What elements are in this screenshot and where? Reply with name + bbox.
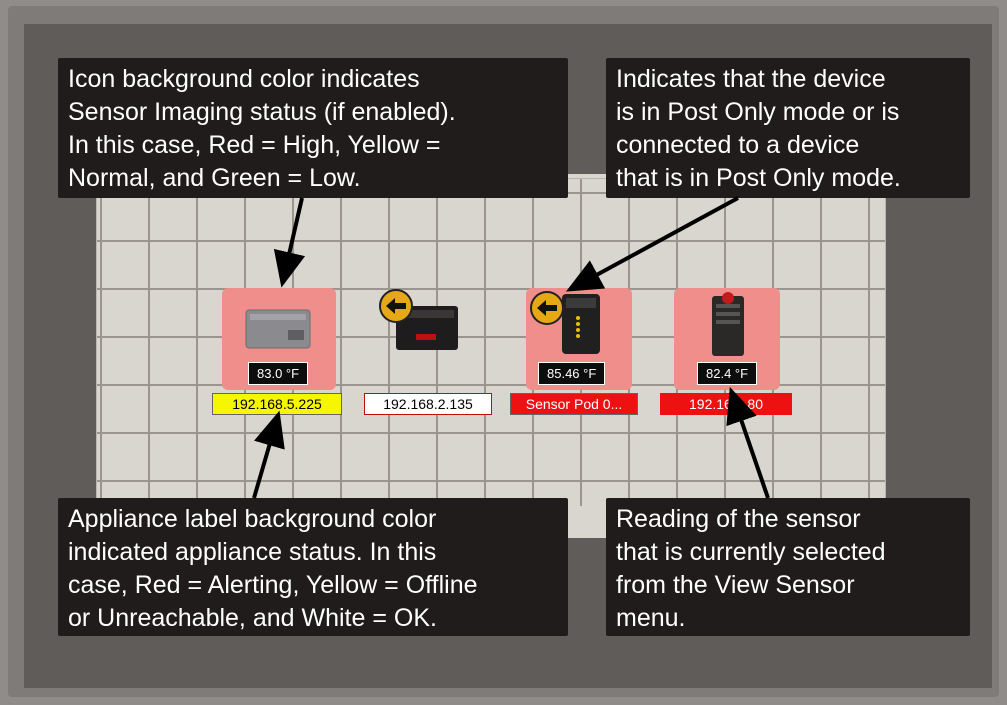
post-only-badge-icon	[529, 290, 565, 326]
sensor-reading: 85.46 °F	[538, 362, 606, 385]
appliance-label-offline[interactable]: 192.168.5.225	[212, 393, 342, 415]
appliance-label-alerting[interactable]: Sensor Pod 0...	[510, 393, 638, 415]
callout-label-background: Appliance label background color indicat…	[58, 498, 568, 636]
sensor-reading: 82.4 °F	[697, 362, 758, 385]
post-only-badge-icon	[378, 288, 414, 324]
tower-appliance-icon[interactable]	[706, 290, 750, 358]
callout-post-only: Indicates that the device is in Post Onl…	[606, 58, 970, 198]
callout-icon-background: Icon background color indicates Sensor I…	[58, 58, 568, 198]
gray-appliance-icon[interactable]	[244, 306, 314, 352]
callout-sensor-reading: Reading of the sensor that is currently …	[606, 498, 970, 636]
appliance-label-ok[interactable]: 192.168.2.135	[364, 393, 492, 415]
sensor-reading: 83.0 °F	[248, 362, 309, 385]
appliance-label-alerting[interactable]: 192.16 4.80	[660, 393, 792, 415]
